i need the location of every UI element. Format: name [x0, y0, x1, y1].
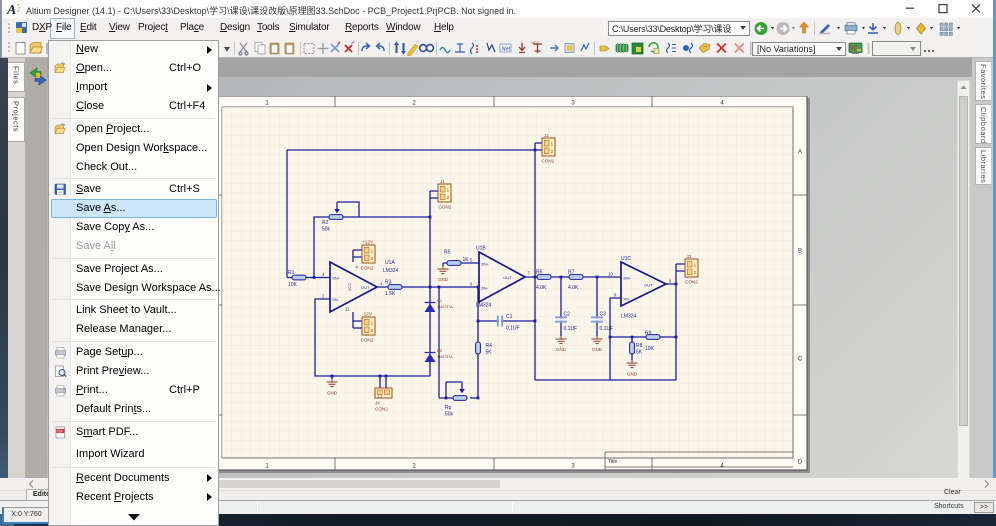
svg-text:11: 11 — [345, 307, 350, 312]
svg-text:B: B — [798, 249, 802, 255]
svg-text:1.5K: 1.5K — [385, 291, 396, 297]
svg-text:VCC: VCC — [531, 40, 540, 45]
svg-text:1IN+: 1IN+ — [332, 277, 340, 281]
svg-text:J3: J3 — [687, 254, 692, 259]
svg-text:50k: 50k — [322, 227, 331, 233]
svg-text:GND: GND — [556, 347, 567, 352]
svg-text:4.0K: 4.0K — [536, 285, 547, 291]
svg-text:+12V: +12V — [362, 240, 374, 246]
svg-text:3IN+: 3IN+ — [623, 277, 631, 281]
svg-text:GND: GND — [438, 277, 449, 282]
svg-text:PDF: PDF — [57, 429, 64, 433]
svg-text:D2: D2 — [437, 348, 443, 353]
svg-text:R3: R3 — [385, 280, 392, 286]
svg-text:GND: GND — [327, 391, 338, 396]
svg-text:4.0K: 4.0K — [568, 285, 579, 291]
svg-text:VCC: VCC — [348, 283, 352, 291]
svg-text:U1C: U1C — [621, 256, 631, 262]
svg-text:J2: J2 — [544, 133, 549, 138]
svg-text:LM324: LM324 — [383, 268, 399, 274]
svg-text:50k: 50k — [445, 412, 454, 418]
svg-text:D: D — [798, 460, 803, 466]
svg-text:0.1UF: 0.1UF — [506, 326, 520, 332]
svg-text:5K: 5K — [486, 350, 493, 356]
svg-text:OUT: OUT — [361, 285, 370, 290]
svg-text:R4: R4 — [486, 343, 493, 349]
svg-text:C: C — [798, 357, 803, 363]
svg-text:1N4737A: 1N4737A — [437, 305, 453, 309]
svg-text:R7: R7 — [568, 270, 575, 276]
svg-text:Net: Net — [502, 47, 511, 53]
svg-text:R9: R9 — [645, 331, 652, 337]
svg-text:10: 10 — [608, 272, 613, 277]
svg-text:CON2: CON2 — [361, 266, 374, 271]
svg-text:C1: C1 — [506, 314, 513, 320]
svg-text:1K: 1K — [463, 257, 470, 263]
svg-text:0.1UF: 0.1UF — [600, 326, 614, 332]
svg-text:1IN-: 1IN- — [332, 298, 340, 302]
svg-text:LM324: LM324 — [476, 303, 492, 309]
svg-text:A: A — [798, 150, 802, 156]
svg-text:R6: R6 — [536, 270, 543, 276]
svg-text:C3: C3 — [600, 312, 607, 318]
svg-text:CON2: CON2 — [375, 407, 388, 412]
svg-text:Rp: Rp — [445, 405, 452, 411]
svg-text:GND: GND — [592, 347, 603, 352]
svg-text:A: A — [6, 3, 16, 17]
svg-text:D1: D1 — [437, 298, 443, 303]
svg-text:CON2: CON2 — [542, 159, 555, 164]
svg-text:C2: C2 — [564, 312, 571, 318]
svg-text:10K: 10K — [288, 282, 298, 288]
svg-text:J1: J1 — [440, 179, 445, 184]
svg-text:Title: Title — [608, 459, 617, 465]
svg-text:R5: R5 — [444, 250, 451, 256]
svg-text:CON2: CON2 — [685, 280, 698, 285]
svg-text:J4: J4 — [375, 401, 380, 406]
svg-text:CON2: CON2 — [439, 205, 452, 210]
svg-text:1N4737A: 1N4737A — [437, 355, 453, 359]
svg-text:-12V: -12V — [362, 312, 373, 318]
svg-text:0.1UF: 0.1UF — [564, 326, 578, 332]
svg-text:CON2: CON2 — [361, 338, 374, 343]
svg-text:R1: R1 — [288, 270, 295, 276]
svg-text:1 2: 1 2 — [378, 395, 383, 399]
svg-text:OUT: OUT — [644, 283, 653, 288]
svg-text:LM324: LM324 — [621, 314, 637, 320]
svg-text:3IN-: 3IN- — [623, 298, 631, 302]
svg-text:2IN-: 2IN- — [481, 287, 489, 291]
svg-text:5K: 5K — [636, 350, 643, 356]
svg-text:R2: R2 — [322, 220, 329, 226]
svg-text:2IN+: 2IN+ — [481, 263, 489, 267]
svg-text:10K: 10K — [645, 346, 655, 352]
svg-text:U1A: U1A — [385, 260, 395, 266]
svg-text:U1B: U1B — [476, 246, 486, 252]
svg-text:OUT: OUT — [503, 275, 512, 280]
svg-text:R8: R8 — [636, 343, 643, 349]
svg-text:GND: GND — [627, 372, 638, 377]
